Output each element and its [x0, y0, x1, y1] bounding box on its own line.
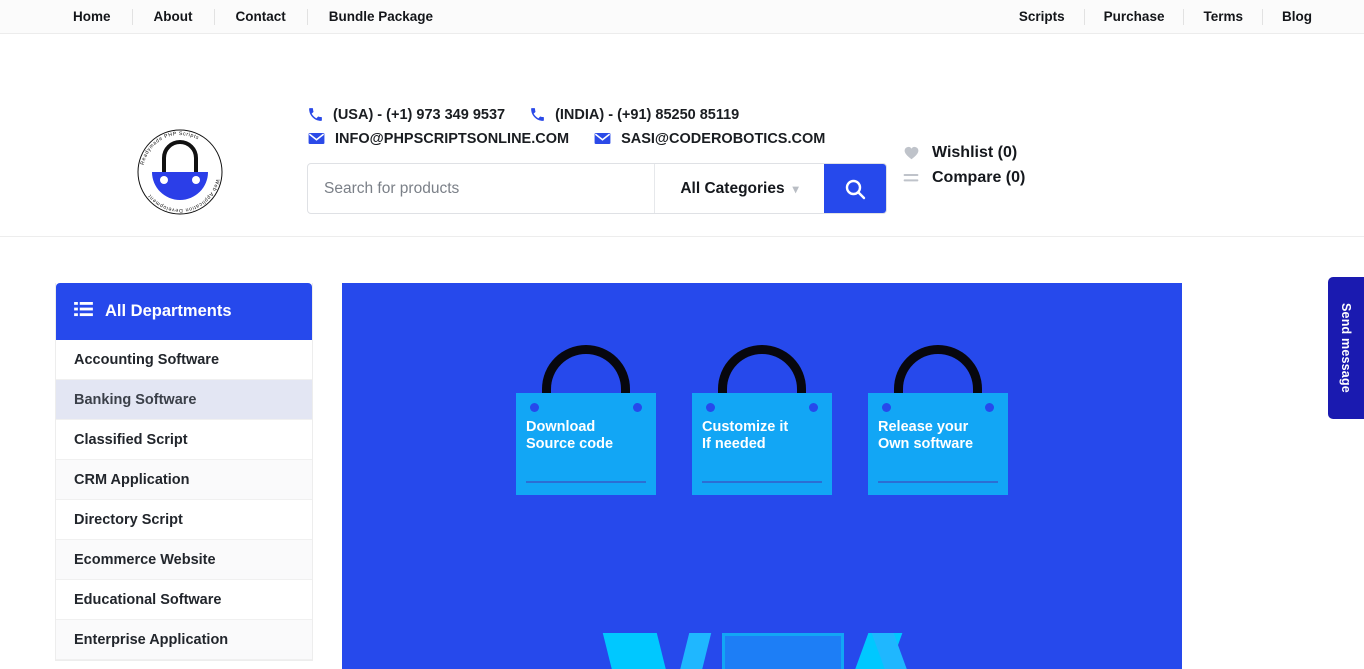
send-message-label: Send message	[1339, 303, 1353, 393]
bag-body: Download Source code	[516, 393, 656, 495]
bag-underline	[526, 481, 646, 483]
all-departments-header[interactable]: All Departments	[56, 283, 312, 340]
contact-email-info[interactable]: INFO@PHPSCRIPTSONLINE.COM	[307, 129, 569, 148]
wishlist-button[interactable]: Wishlist (0)	[903, 144, 1025, 162]
contact-email-sasi[interactable]: SASI@CODEROBOTICS.COM	[593, 129, 825, 148]
bag-body: Release your Own software	[868, 393, 1008, 495]
sidebar-item-accounting-software[interactable]: Accounting Software	[56, 340, 312, 380]
hero-bag-customize-text: Customize it If needed	[702, 419, 789, 452]
sidebar-item-educational-software[interactable]: Educational Software	[56, 580, 312, 620]
sidebar-item-enterprise-application[interactable]: Enterprise Application	[56, 620, 312, 660]
product-search-bar: All Categories ▾	[307, 163, 887, 214]
nav-link-scripts[interactable]: Scripts	[1000, 8, 1085, 25]
list-grid-icon	[74, 301, 93, 322]
nav-link-about[interactable]: About	[133, 8, 215, 25]
wishlist-label: Wishlist (0)	[932, 144, 1018, 161]
hero-bag-download-text: Download Source code	[526, 419, 614, 452]
compare-button[interactable]: Compare (0)	[903, 169, 1025, 187]
contact-info: (USA) - (+1) 973 349 9537 (INDIA) - (+91…	[307, 106, 849, 148]
phone-icon	[307, 106, 324, 123]
send-message-tab[interactable]: Send message	[1328, 277, 1364, 419]
bag-dot-left-icon	[882, 403, 891, 412]
bag-dot-right-icon	[633, 403, 642, 412]
site-header: Readymade PHP Scripts Web Application De…	[0, 34, 1364, 237]
contact-email-sasi-text: SASI@CODEROBOTICS.COM	[621, 130, 826, 147]
phone-icon	[529, 106, 546, 123]
wishlist-compare-area: Wishlist (0) Compare (0)	[903, 144, 1025, 187]
compare-label: Compare (0)	[932, 169, 1026, 186]
shape-box-center	[722, 633, 844, 669]
bag-underline	[702, 481, 822, 483]
envelope-icon	[307, 129, 326, 148]
site-logo[interactable]: Readymade PHP Scripts Web Application De…	[133, 122, 227, 222]
category-dropdown[interactable]: All Categories ▾	[654, 164, 824, 213]
envelope-icon	[593, 129, 612, 148]
top-navigation-bar: Home About Contact Bundle Package Script…	[0, 0, 1364, 34]
nav-link-bundle-package[interactable]: Bundle Package	[308, 9, 454, 25]
hero-banner[interactable]: Download Source code Customize it If nee…	[342, 283, 1182, 669]
sidebar-item-ecommerce-website[interactable]: Ecommerce Website	[56, 540, 312, 580]
search-icon	[845, 179, 866, 199]
contact-phone-india-text: (INDIA) - (+91) 85250 85119	[555, 106, 740, 123]
contact-email-info-text: INFO@PHPSCRIPTSONLINE.COM	[335, 130, 570, 147]
compare-icon	[903, 172, 919, 184]
bag-dot-right-icon	[809, 403, 818, 412]
page-content: All Departments Accounting Software Bank…	[0, 237, 1364, 669]
top-nav-left: Home About Contact Bundle Package	[52, 8, 454, 25]
search-button[interactable]	[824, 164, 886, 213]
category-dropdown-label: All Categories	[680, 179, 785, 197]
bag-underline	[878, 481, 998, 483]
search-input[interactable]	[308, 164, 654, 213]
nav-link-terms[interactable]: Terms	[1184, 8, 1263, 25]
nav-link-purchase[interactable]: Purchase	[1085, 8, 1185, 25]
nav-link-contact[interactable]: Contact	[215, 8, 308, 25]
bag-dot-left-icon	[530, 403, 539, 412]
bag-dot-right-icon	[985, 403, 994, 412]
contact-row-phones: (USA) - (+1) 973 349 9537 (INDIA) - (+91…	[307, 106, 849, 123]
bag-dot-left-icon	[706, 403, 715, 412]
chevron-down-icon: ▾	[792, 181, 799, 196]
sidebar-item-directory-script[interactable]: Directory Script	[56, 500, 312, 540]
nav-link-home[interactable]: Home	[52, 8, 133, 25]
bag-body: Customize it If needed	[692, 393, 832, 495]
departments-sidebar: All Departments Accounting Software Bank…	[55, 283, 313, 661]
all-departments-label: All Departments	[105, 302, 232, 320]
sidebar-item-crm-application[interactable]: CRM Application	[56, 460, 312, 500]
contact-phone-india[interactable]: (INDIA) - (+91) 85250 85119	[529, 106, 739, 123]
shape-chevron-left	[602, 633, 680, 669]
hero-decorative-shapes	[342, 613, 1182, 669]
sidebar-item-banking-software[interactable]: Banking Software	[56, 380, 312, 420]
contact-phone-usa[interactable]: (USA) - (+1) 973 349 9537	[307, 106, 505, 123]
sidebar-item-classified-script[interactable]: Classified Script	[56, 420, 312, 460]
top-nav-right: Scripts Purchase Terms Blog	[1000, 8, 1312, 25]
shape-sliver-left	[666, 633, 712, 669]
contact-phone-usa-text: (USA) - (+1) 973 349 9537	[333, 106, 506, 123]
hero-bag-release-text: Release your Own software	[878, 419, 974, 452]
heart-icon	[903, 146, 919, 160]
logo-badge-icon: Readymade PHP Scripts Web Application De…	[137, 129, 223, 215]
nav-link-blog[interactable]: Blog	[1263, 9, 1312, 25]
contact-row-emails: INFO@PHPSCRIPTSONLINE.COM SASI@CODEROBOT…	[307, 129, 849, 148]
